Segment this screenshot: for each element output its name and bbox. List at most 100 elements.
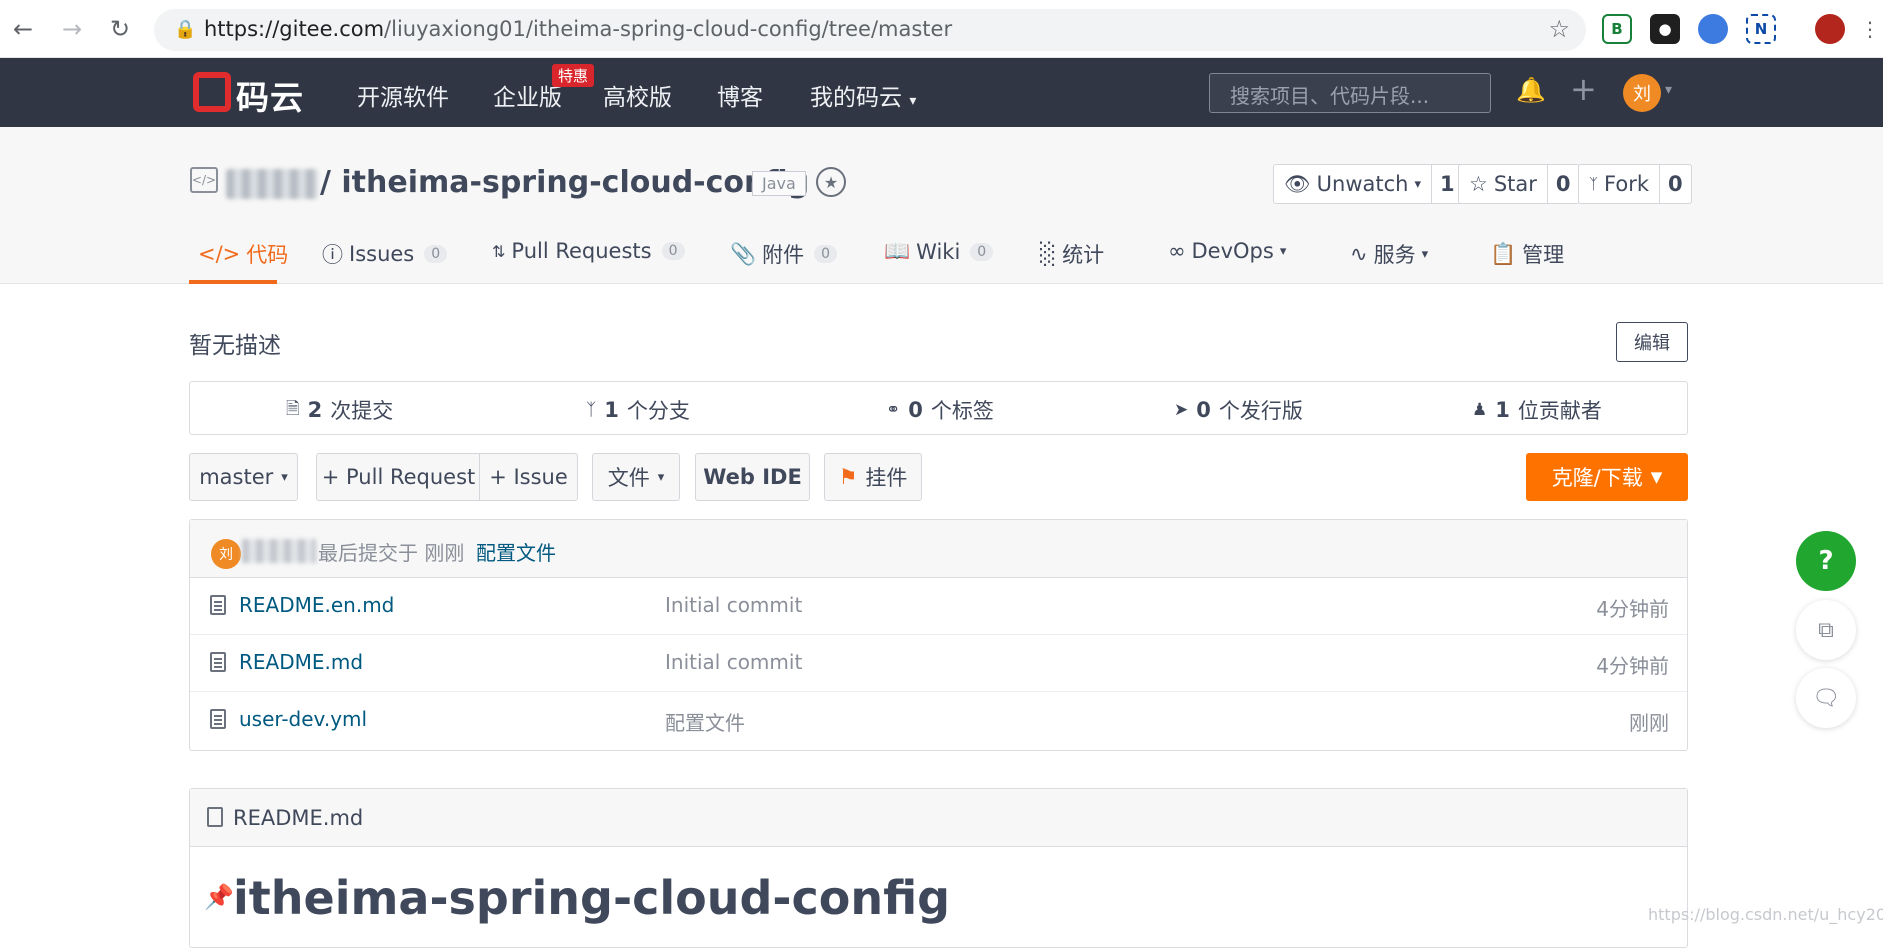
address-bar[interactable]: 🔒 https://gitee.com/liuyaxiong01/itheima…: [154, 9, 1586, 51]
issue-icon: ⓘ: [322, 243, 343, 267]
chevron-down-icon: ▾: [1414, 176, 1422, 192]
extension-icon[interactable]: N: [1746, 14, 1776, 44]
award-icon[interactable]: ★: [816, 167, 846, 197]
file-name[interactable]: README.md: [239, 650, 363, 674]
branch-select[interactable]: master ▾: [189, 453, 298, 501]
committer-name-blurred[interactable]: [242, 539, 316, 563]
widget-button[interactable]: ⚑ 挂件: [824, 453, 922, 501]
new-issue-button[interactable]: + Issue: [479, 453, 578, 501]
paperclip-icon: 📎: [730, 241, 757, 266]
bookmark-icon: ⚑: [838, 465, 858, 489]
fork-button[interactable]: ᛉ Fork 0: [1578, 164, 1692, 204]
tab-pull-requests[interactable]: ⇅ Pull Requests 0: [492, 239, 685, 263]
file-row[interactable]: user-dev.yml 配置文件 刚刚: [190, 692, 1687, 749]
tag-icon: ⚭: [886, 400, 901, 420]
watch-button[interactable]: 👁 Unwatch ▾ 1: [1273, 164, 1464, 204]
nav-blog[interactable]: 博客: [717, 78, 763, 112]
committer-avatar[interactable]: 刘: [211, 539, 241, 569]
chevron-down-icon: ▾: [657, 469, 665, 485]
stat-contributors[interactable]: ♟ 1 位贡献者: [1472, 395, 1602, 425]
tab-code[interactable]: </> 代码: [198, 239, 288, 269]
bell-icon[interactable]: 🔔: [1516, 76, 1546, 104]
file-menu-button[interactable]: 文件 ▾: [592, 453, 680, 501]
file-commit-message[interactable]: Initial commit: [665, 593, 802, 617]
tab-devops[interactable]: ∞ DevOps ▾: [1168, 239, 1286, 263]
profile-avatar[interactable]: [1815, 14, 1845, 44]
repo-header: </> / itheima-spring-cloud-config Java ★…: [0, 127, 1883, 284]
stat-branches[interactable]: ᛉ 1 个分支: [586, 395, 690, 425]
bookmark-star-icon[interactable]: ☆: [1548, 15, 1570, 43]
new-pull-request-button[interactable]: + Pull Request: [316, 453, 480, 501]
stat-tags[interactable]: ⚭ 0 个标签: [886, 395, 994, 425]
tab-issues[interactable]: ⓘ Issues 0: [322, 239, 448, 269]
web-ide-button[interactable]: Web IDE: [695, 453, 810, 501]
fork-count: 0: [1668, 172, 1683, 196]
tab-stats[interactable]: ░ 统计: [1040, 239, 1104, 269]
nav-education[interactable]: 高校版: [603, 78, 672, 112]
chevron-down-icon: ▾: [909, 93, 917, 109]
readme-filename: README.md: [233, 806, 364, 830]
star-icon: ☆: [1469, 172, 1488, 196]
star-button[interactable]: ☆ Star 0: [1458, 164, 1580, 204]
comment-icon[interactable]: 🗨: [1796, 668, 1856, 728]
back-icon[interactable]: ←: [6, 12, 40, 46]
browser-toolbar: ← → ↻ 🔒 https://gitee.com/liuyaxiong01/i…: [0, 0, 1883, 58]
chevron-down-icon[interactable]: ▾: [1665, 82, 1672, 98]
file-time: 4分钟前: [1596, 654, 1669, 678]
repo-title[interactable]: / itheima-spring-cloud-config: [320, 165, 809, 200]
file-commit-message[interactable]: Initial commit: [665, 650, 802, 674]
active-tab-indicator: [189, 280, 277, 284]
contributors-icon: ♟: [1472, 400, 1488, 420]
plus-icon[interactable]: +: [1570, 70, 1597, 108]
repo-description: 暂无描述: [189, 333, 281, 359]
extension-icon[interactable]: [1698, 14, 1728, 44]
stat-commits[interactable]: 🗎 2 次提交: [286, 395, 393, 425]
file-row[interactable]: README.md Initial commit 4分钟前: [190, 635, 1687, 692]
search-input[interactable]: 搜索项目、代码片段...: [1209, 73, 1491, 113]
language-badge[interactable]: Java: [752, 171, 806, 196]
stat-releases[interactable]: ➤ 0 个发行版: [1174, 395, 1303, 425]
chevron-down-icon: ▾: [1421, 246, 1429, 262]
owner-name-blurred[interactable]: [226, 169, 318, 199]
user-avatar[interactable]: 刘: [1623, 74, 1661, 112]
file-icon: [207, 807, 223, 827]
file-name[interactable]: README.en.md: [239, 593, 394, 617]
extension-icon[interactable]: ●: [1650, 14, 1680, 44]
file-time: 4分钟前: [1596, 597, 1669, 621]
extension-icon[interactable]: B: [1602, 14, 1632, 44]
eye-icon: 👁: [1284, 171, 1311, 196]
code-icon: </>: [198, 242, 241, 266]
help-button[interactable]: ?: [1796, 531, 1856, 591]
forward-icon[interactable]: →: [55, 12, 89, 46]
tab-wiki[interactable]: 📖 Wiki 0: [884, 239, 994, 264]
share-icon[interactable]: ⧉: [1796, 600, 1856, 660]
tab-manage[interactable]: 📋 管理: [1490, 239, 1564, 269]
file-name[interactable]: user-dev.yml: [239, 707, 367, 731]
book-icon: 📖: [884, 239, 911, 263]
fork-icon: ᛉ: [1589, 175, 1599, 193]
commit-message-link[interactable]: 配置文件: [476, 537, 556, 566]
anchor-pin-icon[interactable]: 📌: [204, 883, 234, 911]
site-header: 码云 开源软件 企业版 特惠 高校版 博客 我的码云 ▾ 搜索项目、代码片段..…: [0, 58, 1883, 127]
file-time: 刚刚: [1629, 711, 1669, 735]
readme-heading: itheima-spring-cloud-config: [233, 871, 951, 925]
send-icon: ➤: [1174, 400, 1189, 420]
file-row[interactable]: README.en.md Initial commit 4分钟前: [190, 578, 1687, 635]
tab-attachments[interactable]: 📎 附件 0: [730, 239, 838, 269]
site-logo[interactable]: 码云: [236, 71, 304, 119]
file-list: 刘 最后提交于 刚刚 配置文件 README.en.md Initial com…: [189, 519, 1688, 751]
url-text: https://gitee.com/liuyaxiong01/itheima-s…: [204, 17, 953, 41]
edit-button[interactable]: 编辑: [1616, 322, 1688, 362]
file-commit-message[interactable]: 配置文件: [665, 707, 745, 736]
code-repo-icon: </>: [190, 167, 218, 193]
menu-icon[interactable]: ⋮: [1853, 12, 1883, 46]
tab-services[interactable]: ∿ 服务 ▾: [1350, 239, 1428, 269]
chevron-down-icon: ▾: [1279, 243, 1287, 259]
nav-my-gitee[interactable]: 我的码云 ▾: [810, 78, 916, 112]
nav-open-source[interactable]: 开源软件: [357, 78, 449, 112]
clone-download-button[interactable]: 克隆/下载 ▼: [1526, 453, 1688, 501]
lock-icon: 🔒: [174, 19, 197, 40]
pull-request-icon: ⇅: [492, 241, 506, 261]
logo-icon[interactable]: [193, 72, 231, 112]
reload-icon[interactable]: ↻: [103, 12, 137, 46]
